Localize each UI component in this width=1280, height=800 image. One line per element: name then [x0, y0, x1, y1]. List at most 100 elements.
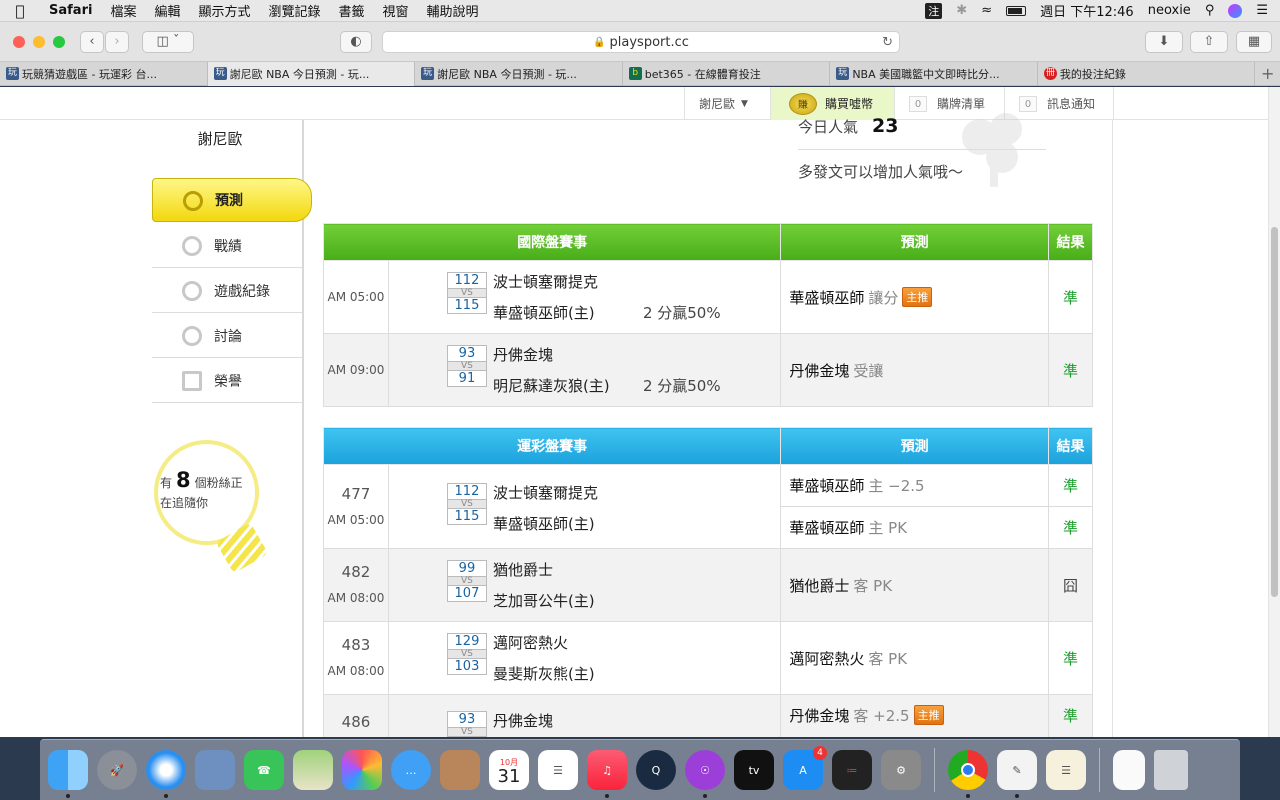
- result-cell: 準: [1048, 694, 1093, 737]
- chat-icon: [182, 326, 202, 346]
- contacts-icon[interactable]: [440, 750, 480, 790]
- home-team[interactable]: 曼斐斯灰熊(主): [493, 663, 595, 684]
- result-cell: 準: [1048, 260, 1093, 334]
- messages-icon[interactable]: …: [391, 750, 431, 790]
- document-icon[interactable]: [1113, 750, 1145, 790]
- sidebar-item-game-log[interactable]: 遊戲紀錄: [152, 269, 302, 313]
- preview-icon[interactable]: [195, 750, 235, 790]
- clock[interactable]: 週日 下午12:46: [1040, 1, 1134, 20]
- voice-memos-icon[interactable]: ≔: [832, 750, 872, 790]
- browser-tab[interactable]: 玩 NBA 美國職籃中文即時比分...: [830, 62, 1038, 86]
- menu-app-name[interactable]: Safari: [40, 3, 101, 18]
- wifi-icon[interactable]: ≈: [981, 3, 992, 18]
- away-team[interactable]: 波士頓塞爾提克: [493, 482, 598, 503]
- forward-button[interactable]: ›: [105, 30, 129, 53]
- home-team[interactable]: 芝加哥公牛(主): [493, 590, 595, 611]
- facetime-icon[interactable]: ☎: [244, 750, 284, 790]
- app-store-icon[interactable]: A4: [783, 746, 827, 790]
- fans-count: 8: [176, 468, 191, 492]
- away-team[interactable]: 邁阿密熱火: [493, 632, 568, 653]
- control-center-icon[interactable]: ☰: [1256, 3, 1268, 18]
- away-team[interactable]: 猶他爵士: [493, 559, 553, 580]
- table-row: 477 AM 05:00 112 VS 115 波士頓塞爾提克 華盛頓巫師(主) 華盛…: [323, 464, 1093, 549]
- chrome-icon[interactable]: [948, 750, 988, 798]
- away-team[interactable]: 丹佛金塊: [493, 710, 553, 731]
- match-cell: 129 VS 103 邁阿密熱火 曼斐斯灰熊(主): [387, 621, 782, 695]
- browser-tab[interactable]: 玩謝尼歐 NBA 今日預測 - 玩...: [415, 62, 623, 86]
- home-team[interactable]: 華盛頓巫師(主): [493, 513, 595, 534]
- quicktime-icon[interactable]: Q: [636, 750, 676, 790]
- away-team[interactable]: 波士頓塞爾提克: [493, 271, 598, 292]
- pick-cell: 華盛頓巫師主 PK: [780, 506, 1050, 549]
- share-button[interactable]: ⇧: [1190, 30, 1228, 53]
- user-menu[interactable]: 謝尼歐 ▼: [684, 87, 770, 120]
- menu-help[interactable]: 輔助說明: [418, 1, 488, 20]
- input-method-icon[interactable]: 注: [925, 2, 943, 19]
- pick-cell: 丹佛金塊客 +2.5 主推: [780, 694, 1050, 737]
- launchpad-icon[interactable]: 🚀: [97, 750, 137, 790]
- reminders-icon[interactable]: ☰: [538, 750, 578, 790]
- home-team[interactable]: 華盛頓巫師(主): [493, 302, 595, 323]
- sidebar-toggle-button[interactable]: ◫ ˇ: [142, 30, 194, 53]
- fans-info: 有 8 個粉絲正 在追隨你: [160, 468, 243, 511]
- win-rate: 2 分贏50%: [642, 377, 721, 395]
- podcasts-icon[interactable]: ☉: [685, 750, 725, 798]
- playsport-icon: 玩: [421, 67, 435, 80]
- browser-tab[interactable]: b bet365 - 在線體育投注: [623, 62, 831, 86]
- sidebar-item-predict[interactable]: 預測: [152, 178, 312, 222]
- address-bar[interactable]: 🔒 playsport.cc ↻: [382, 31, 900, 53]
- page-scrollbar[interactable]: [1268, 87, 1280, 737]
- browser-tab[interactable]: 玩玩競猜遊戲區 - 玩運彩 台...: [0, 62, 208, 86]
- notes-icon[interactable]: ☰: [1046, 750, 1086, 790]
- away-team[interactable]: 丹佛金塊: [493, 344, 553, 365]
- close-window-button[interactable]: [13, 35, 25, 48]
- table-row: 486 93 VS 丹佛金塊 丹佛金塊客 +2.5 主推 準: [323, 694, 1093, 737]
- back-button[interactable]: ‹: [80, 30, 104, 53]
- download-button[interactable]: ⬇: [1145, 30, 1183, 53]
- bet365-icon: b: [628, 67, 642, 80]
- privacy-shield-button[interactable]: ◐: [340, 30, 372, 53]
- main-pick-badge: 主推: [913, 705, 944, 725]
- safari-icon[interactable]: [146, 750, 186, 798]
- photos-icon[interactable]: [342, 750, 382, 790]
- maps-icon[interactable]: [293, 750, 333, 790]
- browser-tab-active[interactable]: 玩謝尼歐 NBA 今日預測 - 玩...: [207, 62, 416, 86]
- textedit-icon[interactable]: ✎: [997, 750, 1037, 798]
- battery-icon[interactable]: [1006, 5, 1027, 16]
- menu-edit[interactable]: 編輯: [145, 1, 189, 20]
- menu-view[interactable]: 顯示方式: [189, 1, 259, 20]
- tv-icon[interactable]: tv: [734, 750, 774, 790]
- trash-icon[interactable]: [1154, 750, 1188, 790]
- tab-overview-button[interactable]: ▦: [1236, 30, 1272, 53]
- score-box: 112 VS 115: [446, 483, 487, 525]
- result-cell: 囧: [1048, 548, 1093, 622]
- menu-bookmarks[interactable]: 書籤: [330, 1, 374, 20]
- menu-window[interactable]: 視窗: [374, 1, 418, 20]
- spotlight-icon[interactable]: ⚲: [1205, 3, 1215, 18]
- menu-history[interactable]: 瀏覽記錄: [259, 1, 329, 20]
- user-name[interactable]: neoxie: [1148, 3, 1191, 18]
- minimize-window-button[interactable]: [33, 35, 45, 48]
- scrollbar-thumb[interactable]: [1271, 227, 1278, 597]
- apple-menu-icon[interactable]: : [0, 2, 40, 20]
- pick-cell: 華盛頓巫師主 −2.5: [780, 464, 1050, 507]
- sidebar-item-honor[interactable]: 榮譽: [152, 359, 302, 403]
- sidebar-item-discuss[interactable]: 討論: [152, 314, 302, 358]
- sidebar-item-record[interactable]: 戰績: [152, 224, 302, 268]
- menu-file[interactable]: 檔案: [101, 1, 145, 20]
- finder-icon[interactable]: [48, 750, 88, 798]
- bluetooth-icon[interactable]: ✱: [956, 3, 967, 18]
- game-number-time: 482 AM 08:00: [323, 548, 389, 622]
- system-preferences-icon[interactable]: ⚙: [881, 750, 921, 790]
- music-icon[interactable]: ♫: [587, 750, 627, 798]
- new-tab-button[interactable]: +: [1255, 62, 1280, 85]
- browser-tab[interactable]: 冊我的投注紀錄: [1038, 62, 1256, 86]
- reload-icon[interactable]: ↻: [882, 35, 893, 50]
- record-icon: 冊: [1043, 67, 1057, 80]
- popularity-value: 23: [872, 115, 899, 137]
- col-header-pick: 預測: [780, 427, 1050, 465]
- home-team[interactable]: 明尼蘇達灰狼(主): [493, 375, 610, 396]
- siri-icon[interactable]: [1228, 3, 1243, 18]
- zoom-window-button[interactable]: [53, 35, 65, 48]
- calendar-icon[interactable]: 10月 31: [489, 750, 529, 790]
